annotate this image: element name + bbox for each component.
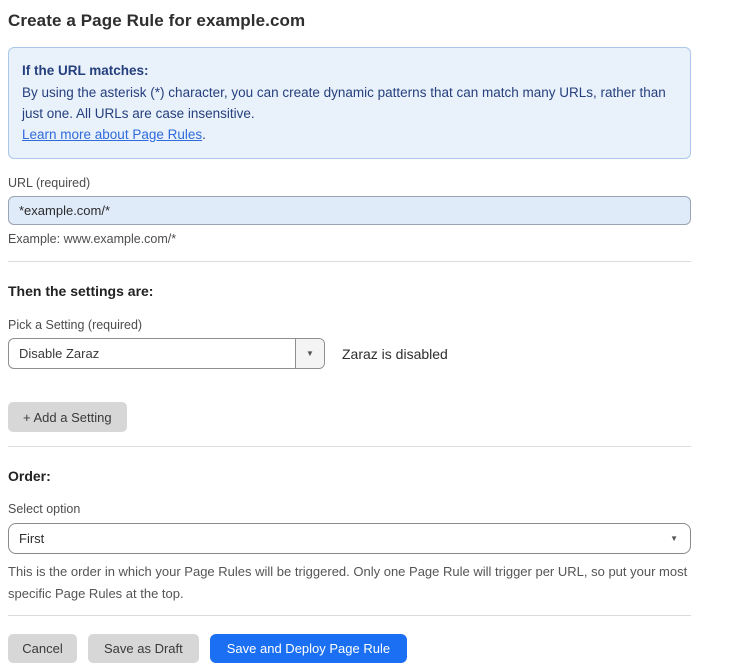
order-section-heading: Order: [8, 468, 691, 484]
setting-select[interactable]: Disable Zaraz ▼ [8, 338, 325, 369]
url-input[interactable] [8, 196, 691, 225]
chevron-down-icon: ▼ [670, 535, 690, 543]
chevron-down-icon: ▼ [306, 350, 314, 358]
url-field-label: URL (required) [8, 176, 691, 190]
info-box-heading: If the URL matches: [22, 60, 676, 81]
learn-more-link[interactable]: Learn more about Page Rules [22, 127, 202, 142]
setting-select-arrow-segment[interactable]: ▼ [295, 339, 324, 368]
divider [8, 446, 691, 447]
info-box-body: By using the asterisk (*) character, you… [22, 82, 676, 124]
save-and-deploy-button[interactable]: Save and Deploy Page Rule [210, 634, 407, 663]
save-as-draft-button[interactable]: Save as Draft [88, 634, 199, 663]
form-actions: Cancel Save as Draft Save and Deploy Pag… [8, 634, 691, 663]
order-select-value: First [9, 531, 670, 546]
url-match-info-box: If the URL matches: By using the asteris… [8, 47, 691, 159]
order-select-label: Select option [8, 502, 691, 516]
add-setting-button[interactable]: + Add a Setting [8, 402, 127, 432]
divider [8, 261, 691, 262]
cancel-button[interactable]: Cancel [8, 634, 77, 663]
page-title: Create a Page Rule for example.com [8, 11, 691, 31]
setting-row: Disable Zaraz ▼ Zaraz is disabled [8, 338, 691, 369]
order-help-text: This is the order in which your Page Rul… [8, 561, 688, 605]
pick-setting-label: Pick a Setting (required) [8, 318, 691, 332]
divider [8, 615, 691, 616]
setting-status-text: Zaraz is disabled [342, 346, 448, 362]
info-link-suffix: . [202, 127, 206, 142]
info-link-line: Learn more about Page Rules. [22, 124, 676, 145]
url-example-text: Example: www.example.com/* [8, 232, 691, 246]
order-select[interactable]: First ▼ [8, 523, 691, 554]
page-rule-form: Create a Page Rule for example.com If th… [0, 0, 699, 663]
setting-select-value: Disable Zaraz [9, 346, 295, 361]
settings-section-heading: Then the settings are: [8, 283, 691, 299]
